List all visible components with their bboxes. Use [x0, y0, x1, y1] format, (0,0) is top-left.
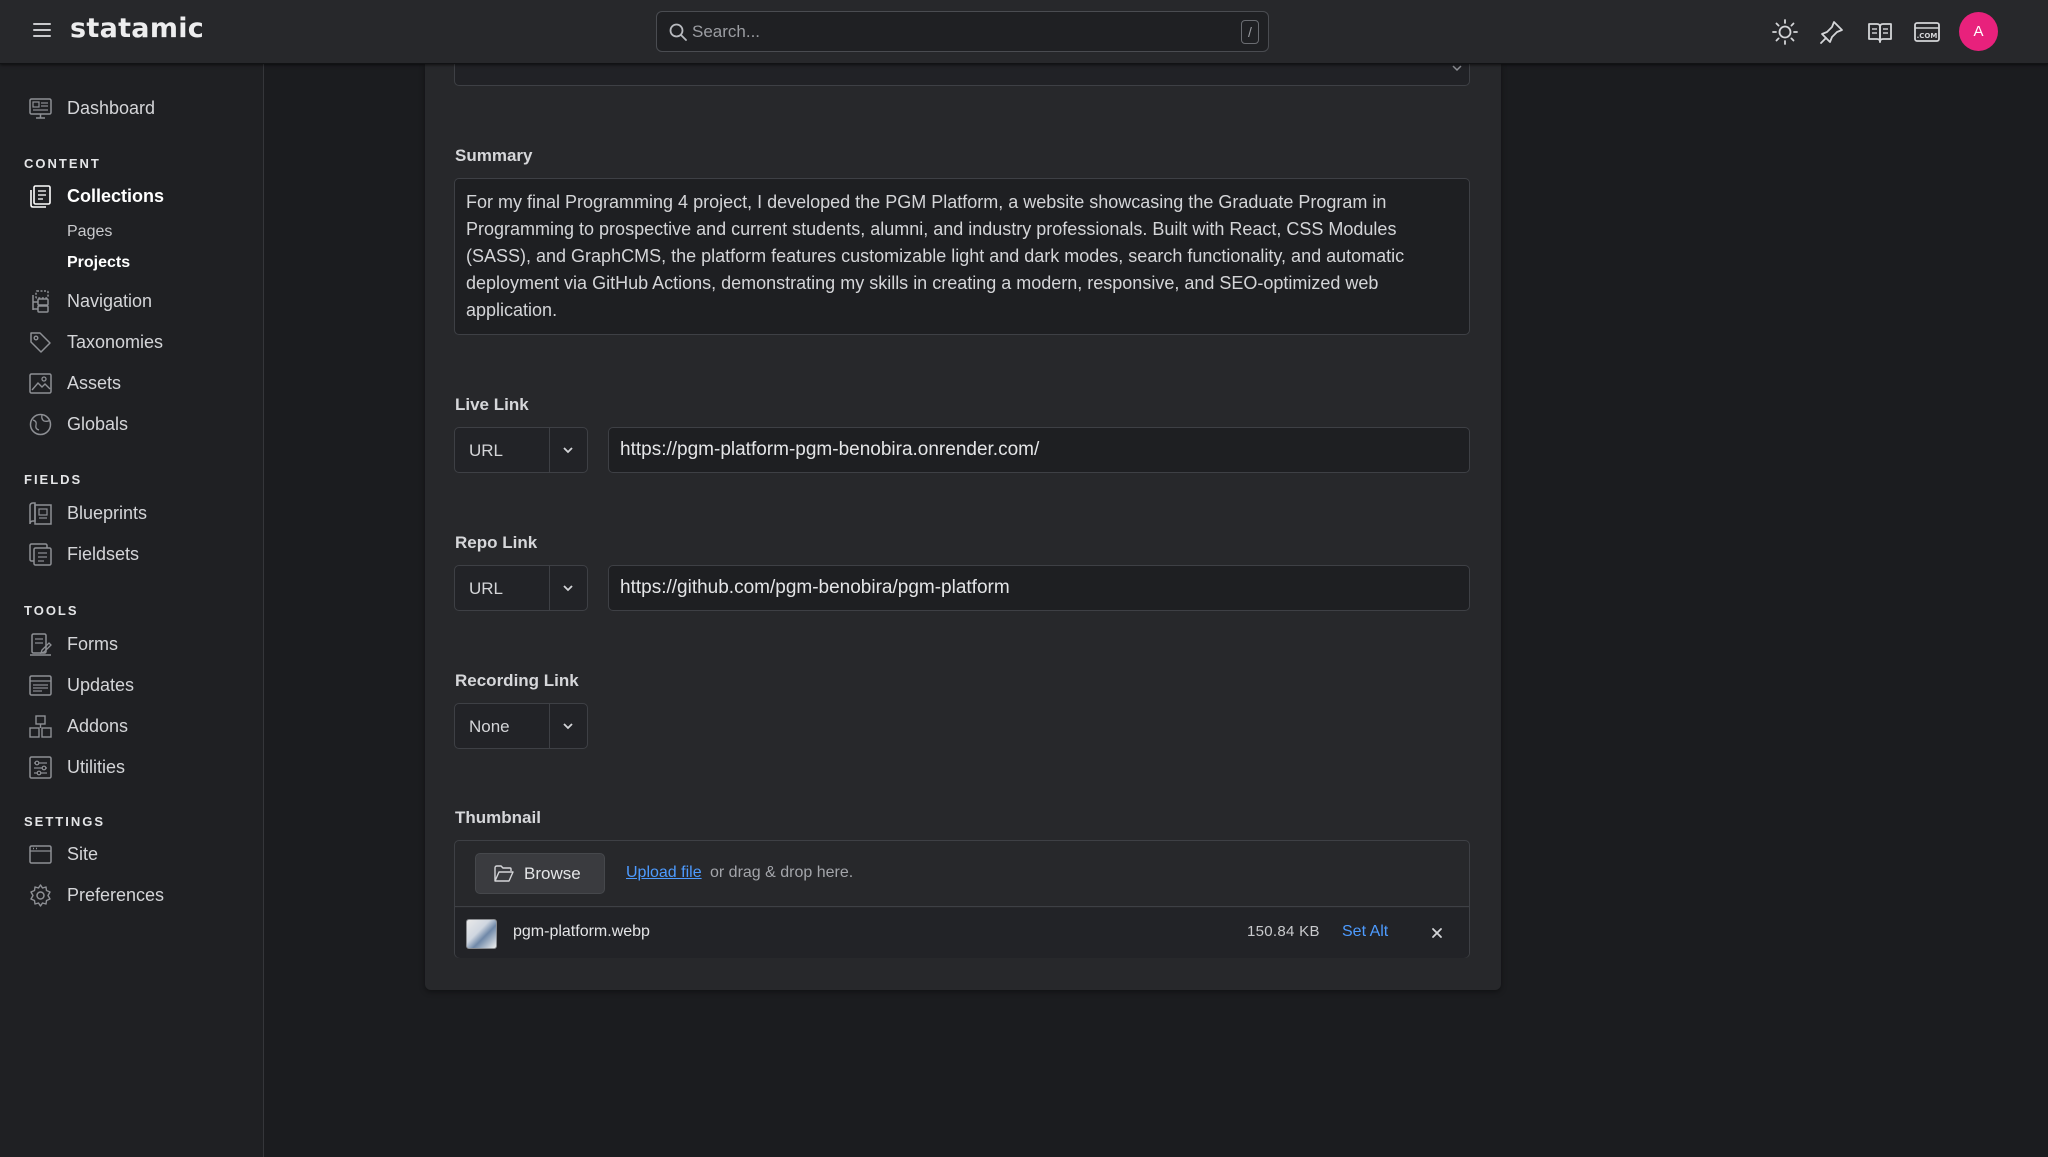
- sidebar-item-label: Collections: [67, 185, 165, 206]
- sidebar-item-taxonomies[interactable]: Taxonomies: [28, 328, 163, 356]
- site-window-icon: [29, 844, 52, 864]
- sidebar-item-label: Taxonomies: [67, 331, 164, 352]
- sidebar-item-globals[interactable]: Globals: [28, 410, 128, 438]
- updates-icon: [29, 674, 52, 696]
- sidebar-item-site[interactable]: Site: [28, 840, 98, 868]
- svg-text:.COM: .COM: [1917, 32, 1938, 40]
- upload-dropzone[interactable]: Browse Upload file or drag & drop here.: [455, 841, 1469, 907]
- addons-boxes-icon: [29, 714, 52, 738]
- repo-link-label: Repo Link: [455, 533, 538, 552]
- summary-label: Summary: [455, 146, 533, 165]
- search-placeholder: Search...: [692, 22, 761, 41]
- gear-icon: [30, 883, 51, 907]
- live-link-label: Live Link: [455, 395, 529, 414]
- thumbnail-uploader: Browse Upload file or drag & drop here. …: [454, 840, 1470, 958]
- section-title-fields: FIELDS: [24, 472, 83, 487]
- sidebar-item-label: Utilities: [67, 756, 126, 777]
- search-shortcut-badge: /: [1241, 20, 1259, 44]
- chevron-down-icon: [563, 585, 573, 592]
- blueprints-icon: [29, 501, 52, 525]
- repo-link-type-select[interactable]: URL: [454, 565, 588, 611]
- section-title-tools: TOOLS: [24, 603, 79, 618]
- remove-asset-icon[interactable]: [1430, 926, 1444, 940]
- sidebar-item-label: Forms: [67, 633, 118, 654]
- sidebar-item-updates[interactable]: Updates: [28, 671, 134, 699]
- top-bar: statamic Search... / .COM A: [0, 0, 2048, 64]
- select-value: None: [469, 717, 510, 736]
- asset-filename: pgm-platform.webp: [513, 923, 650, 940]
- sidebar-item-navigation[interactable]: Navigation: [28, 287, 152, 315]
- recording-link-type-select[interactable]: None: [454, 703, 588, 749]
- sidebar-item-fieldsets[interactable]: Fieldsets: [28, 540, 139, 568]
- folder-open-icon: [494, 865, 514, 882]
- section-title-settings: SETTINGS: [24, 814, 106, 829]
- sidebar-subitem-pages[interactable]: Pages: [67, 223, 112, 241]
- sidebar-item-label: Site: [67, 843, 99, 864]
- visit-site-icon[interactable]: .COM: [1913, 18, 1941, 46]
- sidebar-item-forms[interactable]: Forms: [28, 630, 118, 658]
- drop-hint: or drag & drop here.: [710, 864, 854, 881]
- sidebar: Dashboard CONTENT Collections Pages Proj…: [0, 64, 264, 1157]
- repo-link-url-input[interactable]: https://github.com/pgm-benobira/pgm-plat…: [608, 565, 1470, 611]
- upload-file-link[interactable]: Upload file: [626, 864, 702, 882]
- recording-link-label: Recording Link: [455, 671, 579, 690]
- theme-toggle-icon[interactable]: [1771, 18, 1799, 46]
- collections-icon: [30, 184, 51, 208]
- user-avatar[interactable]: A: [1959, 12, 1998, 51]
- sidebar-item-assets[interactable]: Assets: [28, 369, 121, 397]
- entry-form-card: Summary For my final Programming 4 proje…: [425, 58, 1501, 990]
- live-link-url-input[interactable]: https://pgm-platform-pgm-benobira.onrend…: [608, 427, 1470, 473]
- sidebar-item-utilities[interactable]: Utilities: [28, 753, 125, 781]
- dashboard-icon: [29, 97, 52, 119]
- sidebar-item-dashboard[interactable]: Dashboard: [28, 94, 155, 122]
- select-value: URL: [469, 579, 504, 598]
- sidebar-item-label: Updates: [67, 674, 135, 695]
- globe-icon: [29, 413, 52, 435]
- sidebar-item-label: Addons: [67, 715, 129, 736]
- sidebar-item-label: Preferences: [67, 884, 165, 905]
- set-alt-button[interactable]: Set Alt: [1342, 923, 1388, 941]
- browse-label: Browse: [524, 864, 581, 883]
- sidebar-item-label: Fieldsets: [67, 543, 140, 564]
- browse-button[interactable]: Browse: [475, 853, 605, 894]
- navigation-sitemap-icon: [32, 289, 49, 313]
- sidebar-item-label: Blueprints: [67, 502, 148, 523]
- utilities-icon: [29, 755, 52, 779]
- select-value: URL: [469, 441, 504, 460]
- section-title-content: CONTENT: [24, 156, 101, 171]
- chevron-down-icon: [563, 723, 573, 730]
- fieldsets-icon: [29, 542, 52, 566]
- asset-row: pgm-platform.webp 150.84 KB Set Alt: [455, 908, 1469, 958]
- tag-icon: [30, 331, 51, 353]
- sidebar-item-label: Navigation: [67, 290, 153, 311]
- sidebar-item-label: Dashboard: [67, 97, 156, 118]
- forms-icon: [30, 632, 52, 656]
- asset-filesize: 150.84 KB: [1247, 923, 1320, 940]
- sidebar-subitem-projects[interactable]: Projects: [67, 254, 130, 272]
- menu-toggle-icon[interactable]: [33, 23, 51, 39]
- sidebar-item-label: Assets: [67, 372, 122, 393]
- thumbnail-label: Thumbnail: [455, 808, 541, 827]
- chevron-down-icon: [563, 447, 573, 454]
- pin-icon[interactable]: [1818, 18, 1846, 46]
- sidebar-item-label: Globals: [67, 413, 129, 434]
- live-link-type-select[interactable]: URL: [454, 427, 588, 473]
- assets-image-icon: [29, 372, 52, 394]
- sidebar-item-preferences[interactable]: Preferences: [28, 881, 164, 909]
- sidebar-item-collections[interactable]: Collections: [28, 182, 164, 210]
- summary-textarea[interactable]: For my final Programming 4 project, I de…: [454, 178, 1470, 335]
- search-input[interactable]: Search... /: [656, 11, 1269, 52]
- sidebar-item-addons[interactable]: Addons: [28, 712, 128, 740]
- app-logo[interactable]: statamic: [70, 13, 204, 44]
- sidebar-item-blueprints[interactable]: Blueprints: [28, 499, 147, 527]
- search-icon: [669, 23, 687, 41]
- asset-thumbnail-image[interactable]: [466, 919, 497, 949]
- documentation-book-icon[interactable]: [1866, 18, 1894, 46]
